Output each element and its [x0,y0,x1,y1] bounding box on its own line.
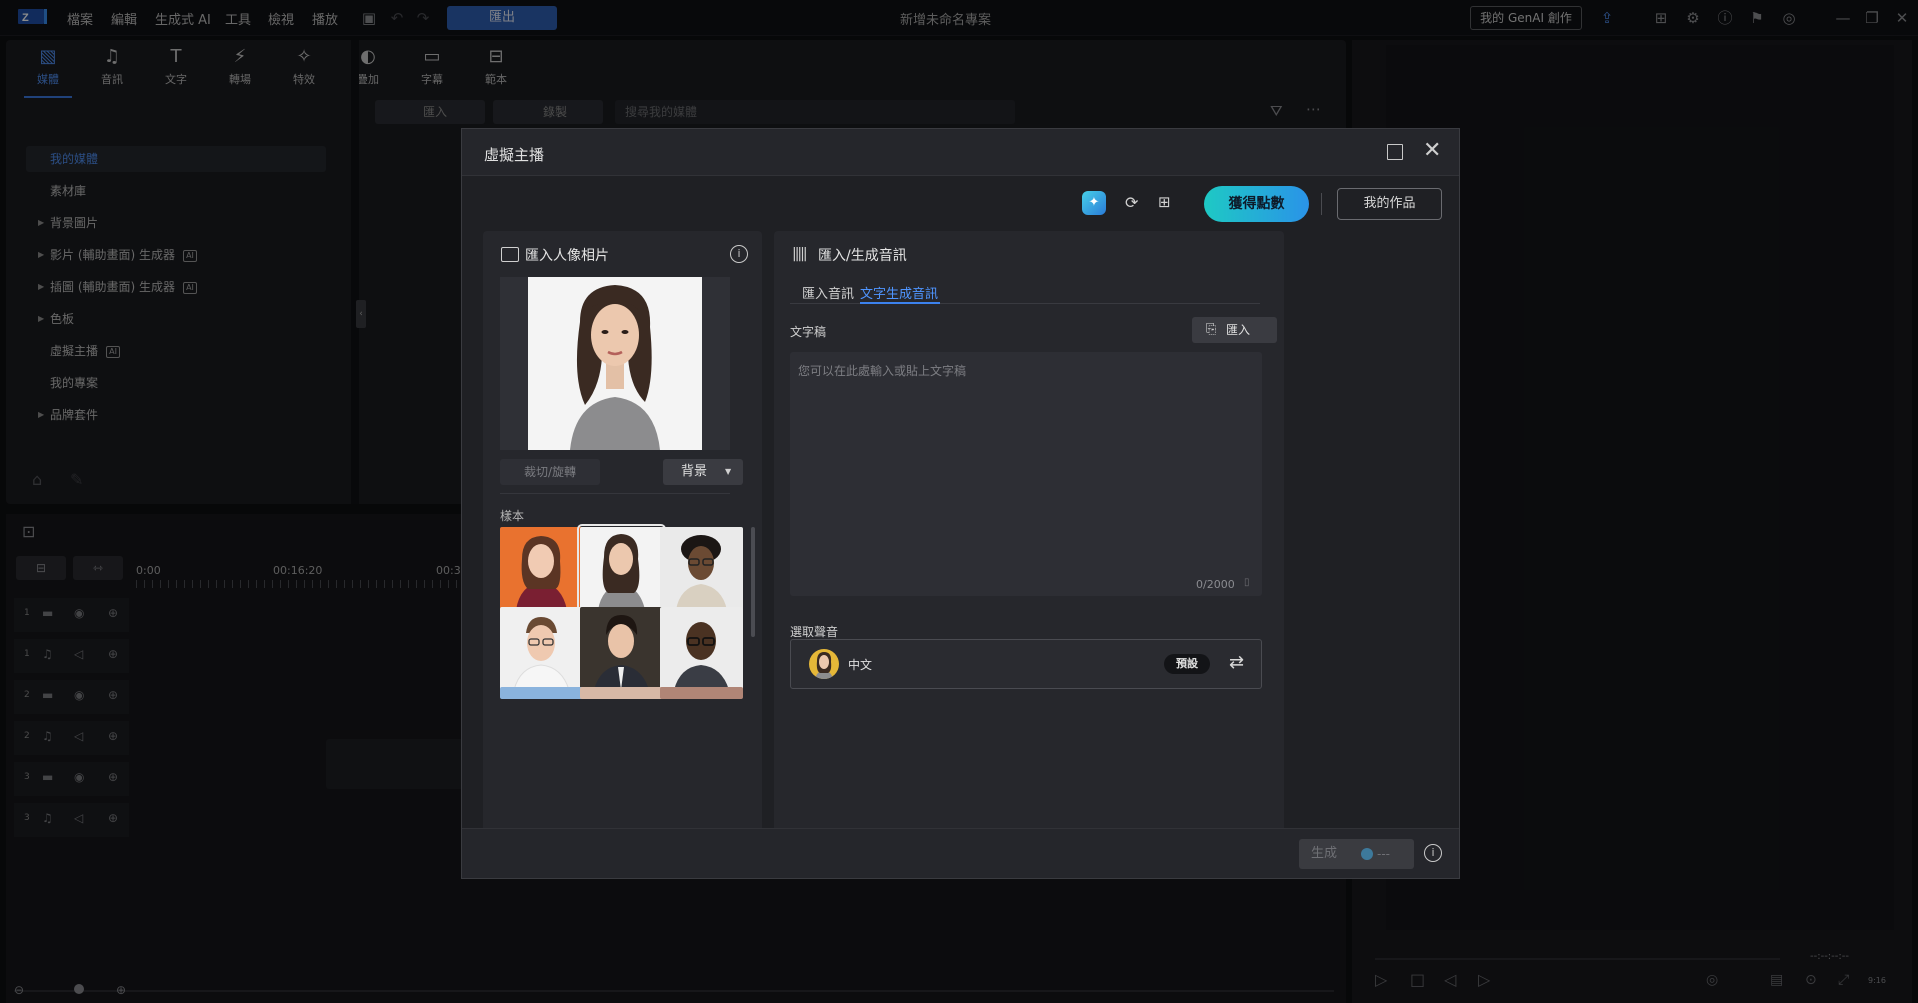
credit-coin-icon [1361,848,1373,860]
get-credits-button[interactable]: 獲得點數 [1204,186,1309,222]
portrait-icon [501,247,519,262]
dialog-title: 虛擬主播 [484,146,545,164]
sample-thumbnail[interactable] [580,687,663,699]
background-dropdown[interactable]: 背景 ▼ [663,459,743,485]
voice-name: 中文 [848,658,873,672]
generate-cost: --- [1377,847,1390,861]
sample-thumbnail[interactable] [660,687,743,699]
script-label: 文字稿 [790,325,827,339]
waveform-icon: ||||| [792,246,808,262]
tab-text-to-speech[interactable]: 文字生成音訊 [860,283,938,302]
virtual-anchor-dialog: 虛擬主播 ✕ ✦ ⟳ ⊞ 獲得點數 我的作品 匯入人像相片 i 裁切/旋轉 背景… [461,128,1460,879]
import-script-button[interactable]: ⎘ 匯入 [1192,317,1277,343]
swap-icon[interactable]: ⇄ [1229,652,1244,673]
sample-thumbnail[interactable] [660,607,743,690]
avatar [809,649,839,679]
voice-selector[interactable]: 中文 預設 ⇄ [790,639,1262,689]
dialog-header: 虛擬主播 ✕ [462,129,1459,176]
sample-face-image [580,607,663,690]
file-add-icon: ⎘ [1206,322,1217,337]
generate-button[interactable]: 生成 --- [1299,839,1414,869]
info-icon[interactable]: i [1424,844,1442,862]
refresh-icon[interactable]: ⟳ [1125,193,1138,212]
header-divider [1321,193,1322,215]
active-tab-indicator [860,302,940,304]
samples-scrollbar[interactable] [751,527,755,637]
portrait-preview[interactable] [500,277,730,450]
tab-import-audio[interactable]: 匯入音訊 [802,283,854,302]
voice-label: 選取聲音 [790,625,839,639]
sample-thumbnail[interactable] [500,687,583,699]
script-placeholder: 您可以在此處輸入或貼上文字稿 [798,364,967,378]
maximize-icon[interactable] [1387,144,1403,160]
sample-face-image [500,687,583,699]
credit-icon[interactable]: ✦ [1082,191,1106,215]
sample-thumbnail[interactable] [580,607,663,690]
audio-panel-title: 匯入/生成音訊 [818,248,907,264]
script-textarea[interactable]: 您可以在此處輸入或貼上文字稿 0/2000 ▯ [790,352,1262,596]
samples-label: 樣本 [500,509,525,523]
sample-face-image [660,607,743,690]
audio-panel: ||||| 匯入/生成音訊 匯入音訊 文字生成音訊 文字稿 ⎘ 匯入 您可以在此… [774,231,1284,836]
sample-face-image [500,607,583,690]
portrait-panel: 匯入人像相片 i 裁切/旋轉 背景 ▼ 樣本 [483,231,762,836]
close-icon[interactable]: ✕ [1423,139,1441,163]
gift-icon[interactable]: ⊞ [1158,193,1171,211]
portrait-image [500,277,730,450]
sample-thumbnail[interactable] [660,527,743,610]
divider [500,493,730,494]
sample-face-image [500,527,583,610]
crop-rotate-button[interactable]: 裁切/旋轉 [500,459,600,485]
portrait-title: 匯入人像相片 [525,248,609,264]
sample-face-image [660,687,743,699]
dialog-footer: 生成 --- i [462,828,1459,878]
default-badge: 預設 [1164,654,1210,674]
sample-face-image [660,527,743,610]
import-label: 匯入 [1226,323,1251,337]
info-icon[interactable]: i [730,245,748,263]
chevron-down-icon: ▼ [725,467,732,476]
char-count: 0/2000 [1196,578,1235,591]
sample-face-image [580,687,663,699]
generate-label: 生成 [1311,846,1338,861]
trash-icon[interactable]: ▯ [1244,577,1250,588]
background-label: 背景 [681,464,708,479]
my-works-button[interactable]: 我的作品 [1337,188,1442,220]
sample-face-image [580,527,663,610]
voice-avatar-image [815,652,833,679]
sample-thumbnail[interactable] [500,607,583,690]
sample-thumbnail[interactable] [500,527,583,610]
sample-thumbnail-selected[interactable] [577,524,666,613]
